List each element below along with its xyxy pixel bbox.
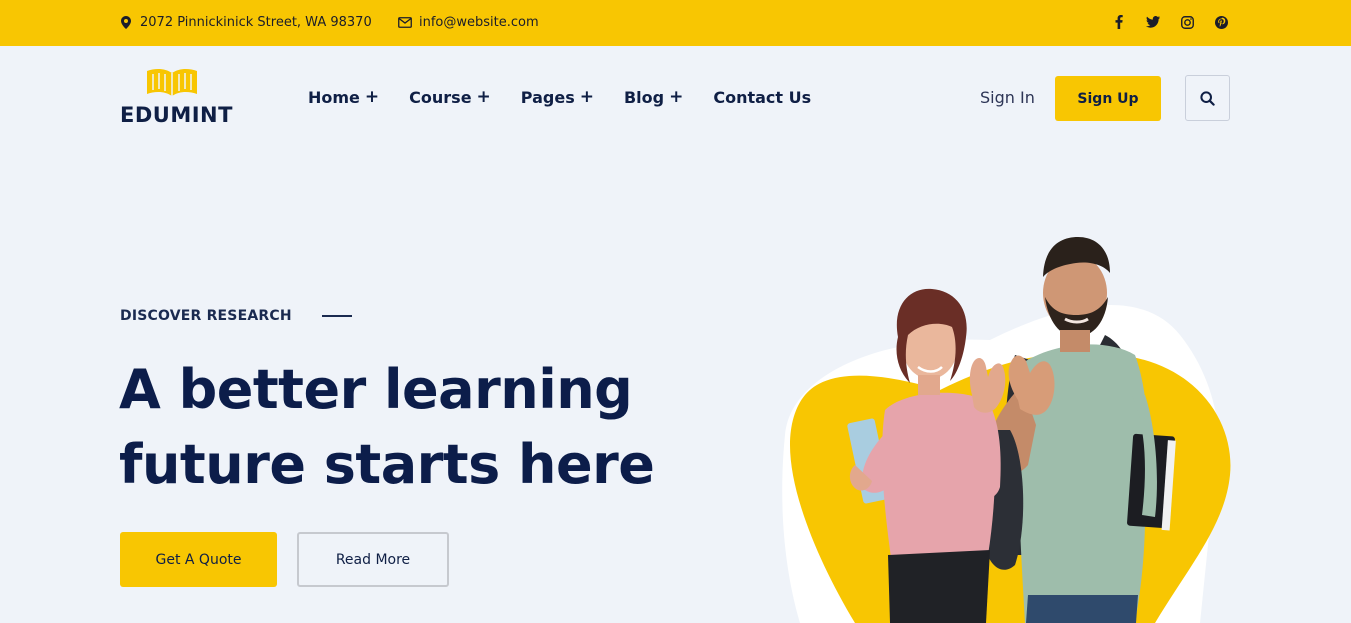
nav-item-contact-us[interactable]: Contact Us	[713, 87, 811, 107]
pinterest-icon[interactable]	[1213, 13, 1229, 31]
logo[interactable]: EDUMINT	[120, 66, 232, 128]
hero-image	[760, 225, 1260, 623]
nav-item-blog[interactable]: Blog +	[624, 87, 683, 107]
read-more-button[interactable]: Read More	[297, 532, 449, 587]
sign-in-link[interactable]: Sign In	[980, 88, 1035, 107]
nav-item-pages[interactable]: Pages +	[521, 87, 594, 107]
search-icon	[1200, 90, 1215, 106]
email-info[interactable]: info@website.com	[398, 14, 539, 30]
plus-icon: +	[579, 87, 594, 107]
twitter-icon[interactable]	[1145, 13, 1161, 31]
nav-item-label: Pages	[520, 87, 575, 107]
address-text: 2072 Pinnickinick Street, WA 98370	[140, 14, 372, 30]
instagram-icon[interactable]	[1179, 13, 1195, 31]
email-text[interactable]: info@website.com	[419, 15, 539, 30]
eyebrow-text: DISCOVER RESEARCH	[120, 308, 292, 324]
main-nav: Home + Course + Pages + Blog + Contact U…	[308, 87, 811, 107]
nav-item-label: Course	[409, 87, 472, 107]
eyebrow-line	[321, 315, 352, 317]
headline-line-1: A better learning	[119, 358, 633, 421]
plus-icon: +	[364, 87, 380, 107]
hero-headline: A better learning future starts here	[119, 352, 655, 502]
nav-item-label: Contact Us	[713, 87, 812, 107]
headline-line-2: future starts here	[119, 433, 655, 496]
address-info: 2072 Pinnickinick Street, WA 98370	[119, 14, 372, 30]
hero-eyebrow: DISCOVER RESEARCH	[120, 308, 352, 324]
plus-icon: +	[476, 87, 491, 107]
get-a-quote-button[interactable]: Get A Quote	[120, 532, 277, 587]
envelope-icon	[398, 14, 412, 30]
sign-up-button[interactable]: Sign Up	[1055, 76, 1161, 121]
search-button[interactable]	[1185, 75, 1230, 121]
nav-item-home[interactable]: Home +	[308, 87, 379, 107]
open-book-icon	[147, 68, 197, 96]
social-links	[1111, 13, 1229, 31]
nav-item-label: Home	[308, 87, 360, 107]
plus-icon: +	[669, 87, 684, 107]
nav-item-course[interactable]: Course +	[409, 87, 491, 107]
top-bar: 2072 Pinnickinick Street, WA 98370 info@…	[0, 0, 1351, 46]
facebook-icon[interactable]	[1111, 13, 1127, 31]
logo-text: EDUMINT	[120, 103, 233, 127]
map-pin-icon	[119, 14, 133, 30]
nav-item-label: Blog	[623, 87, 665, 107]
